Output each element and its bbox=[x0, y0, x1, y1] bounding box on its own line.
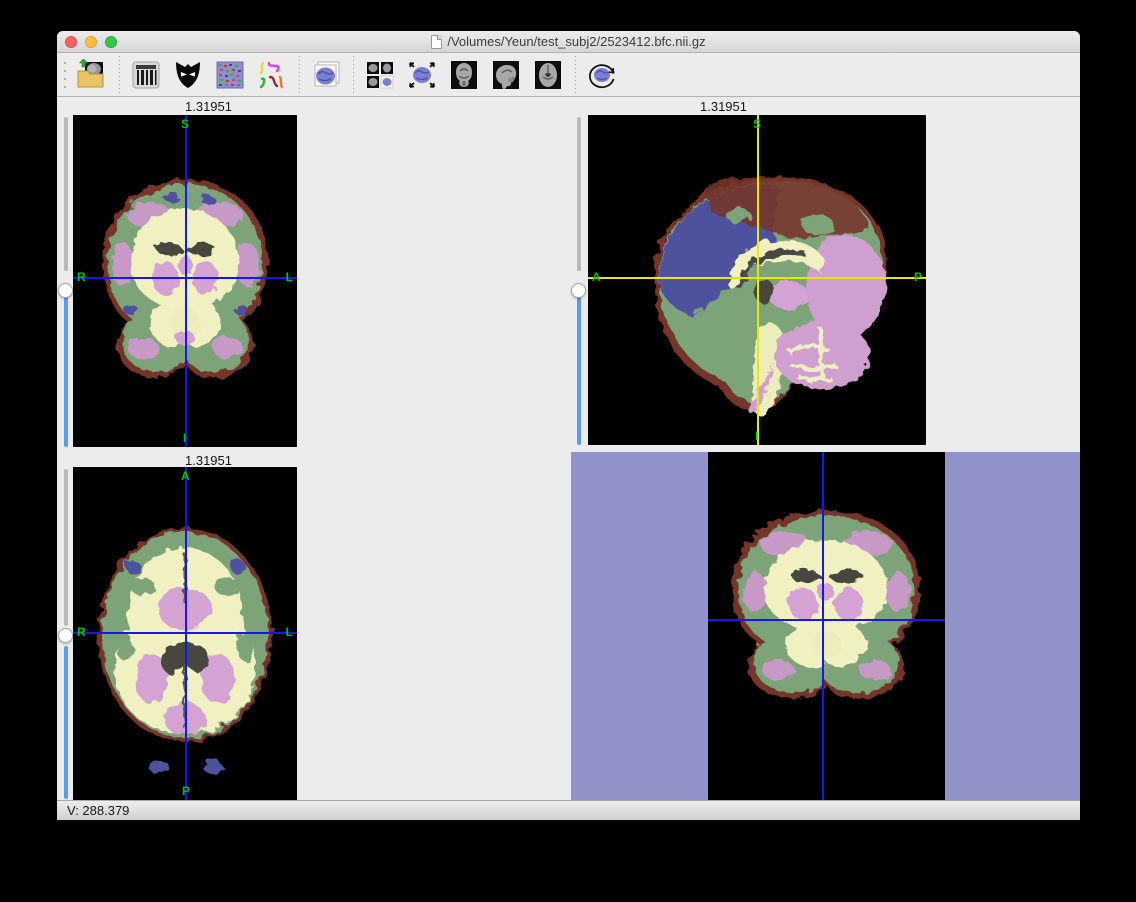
volume-barcode-icon bbox=[130, 59, 162, 91]
zoom-button[interactable] bbox=[105, 36, 117, 48]
sagittal-orient-posterior: P bbox=[914, 271, 922, 283]
sagittal-view[interactable]: S I A P bbox=[588, 115, 926, 445]
traffic-lights bbox=[65, 36, 117, 48]
toolbar-separator bbox=[116, 56, 122, 93]
label-grid-icon bbox=[214, 59, 246, 91]
minimize-button[interactable] bbox=[85, 36, 97, 48]
axial-orient-anterior: A bbox=[181, 470, 190, 482]
surface-view-button[interactable] bbox=[305, 55, 347, 95]
toolbar-separator bbox=[296, 56, 302, 93]
viewport-area: 64 126 130 1.31951 64 126 130 1.31951 64… bbox=[57, 97, 1080, 800]
show-mask-button[interactable] bbox=[167, 55, 209, 95]
surface-crosshair-horizontal bbox=[708, 619, 945, 621]
open-file-button[interactable] bbox=[71, 55, 113, 95]
surface-coronal-slice-image bbox=[708, 452, 945, 800]
surface-crosshair-vertical bbox=[822, 452, 824, 800]
coronal-orient-superior: S bbox=[181, 118, 189, 130]
sagittal-orient-superior: S bbox=[753, 118, 761, 130]
coronal-slider-thumb[interactable] bbox=[58, 283, 73, 298]
axial-view-button[interactable] bbox=[527, 55, 569, 95]
axial-orient-right: R bbox=[77, 626, 86, 638]
surface-layers-brain-icon bbox=[310, 59, 342, 91]
sagittal-voxel-value: 1.31951 bbox=[700, 99, 747, 114]
window-title: /Volumes/Yeun/test_subj2/2523412.bfc.nii… bbox=[447, 34, 705, 49]
axial-orient-left: L bbox=[286, 626, 293, 638]
open-folder-brain-icon bbox=[76, 59, 108, 91]
toolbar-drag-handle[interactable] bbox=[59, 58, 71, 92]
surface-slice-plane bbox=[708, 452, 945, 800]
multiview-grid-icon bbox=[364, 59, 396, 91]
curves-icon bbox=[256, 59, 288, 91]
show-volume-button[interactable] bbox=[125, 55, 167, 95]
axial-crosshair-horizontal bbox=[73, 632, 297, 634]
toolbar-separator bbox=[350, 56, 356, 93]
toolbar-separator bbox=[572, 56, 578, 93]
status-bar: V: 288.379 bbox=[57, 800, 1080, 820]
voxel-value-status: V: 288.379 bbox=[67, 803, 129, 818]
sagittal-orient-inferior: I bbox=[755, 430, 758, 442]
close-button[interactable] bbox=[65, 36, 77, 48]
coronal-orient-inferior: I bbox=[183, 432, 186, 444]
coronal-slice-icon bbox=[448, 59, 480, 91]
coronal-orient-right: R bbox=[77, 271, 86, 283]
sagittal-orient-anterior: A bbox=[592, 271, 601, 283]
mask-icon bbox=[172, 59, 204, 91]
sagittal-crosshair-horizontal bbox=[588, 277, 926, 279]
coronal-slice-slider[interactable] bbox=[58, 117, 74, 447]
coronal-crosshair-vertical bbox=[185, 115, 187, 447]
axial-slider-thumb[interactable] bbox=[58, 628, 73, 643]
sagittal-view-button[interactable] bbox=[485, 55, 527, 95]
coronal-view[interactable]: S I R L bbox=[73, 115, 297, 447]
rotate-view-button[interactable] bbox=[581, 55, 623, 95]
axial-slice-slider[interactable] bbox=[58, 469, 74, 799]
sagittal-slider-thumb[interactable] bbox=[571, 283, 586, 298]
app-window: /Volumes/Yeun/test_subj2/2523412.bfc.nii… bbox=[57, 31, 1080, 820]
coronal-orient-left: L bbox=[286, 271, 293, 283]
coronal-view-button[interactable] bbox=[443, 55, 485, 95]
axial-voxel-value: 1.31951 bbox=[185, 453, 232, 468]
axial-view[interactable]: A P R L bbox=[73, 467, 297, 800]
show-curves-button[interactable] bbox=[251, 55, 293, 95]
axial-slice-icon bbox=[532, 59, 564, 91]
coronal-crosshair-horizontal bbox=[73, 277, 297, 279]
axial-orient-posterior: P bbox=[182, 785, 190, 797]
expand-view-button[interactable] bbox=[401, 55, 443, 95]
sagittal-slice-icon bbox=[490, 59, 522, 91]
rotate-brain-icon bbox=[586, 59, 618, 91]
show-labels-button[interactable] bbox=[209, 55, 251, 95]
sagittal-slice-slider[interactable] bbox=[571, 117, 587, 445]
title-bar[interactable]: /Volumes/Yeun/test_subj2/2523412.bfc.nii… bbox=[57, 31, 1080, 53]
sagittal-crosshair-vertical bbox=[757, 115, 759, 445]
document-icon bbox=[431, 35, 442, 49]
toolbar bbox=[57, 53, 1080, 97]
multi-view-button[interactable] bbox=[359, 55, 401, 95]
coronal-voxel-value: 1.31951 bbox=[185, 99, 232, 114]
expand-brain-icon bbox=[406, 59, 438, 91]
surface-view[interactable] bbox=[571, 452, 1080, 800]
